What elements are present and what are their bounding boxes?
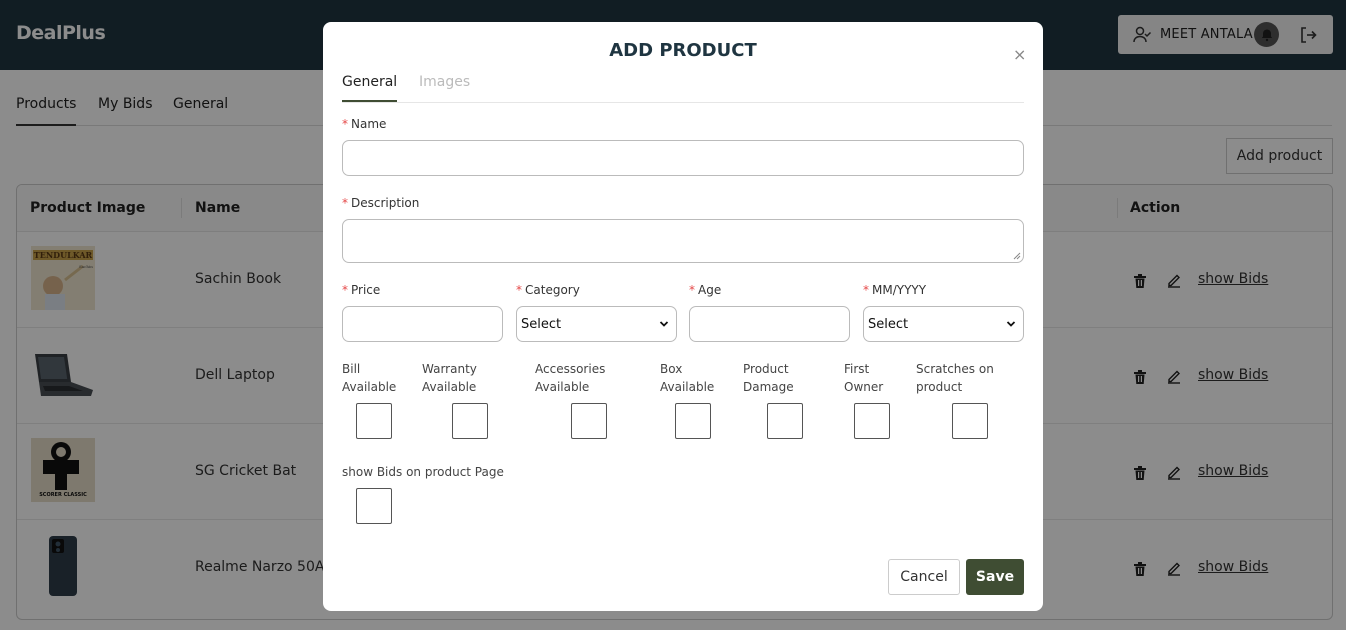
month-year-label-text: MM/YYYY <box>872 283 927 297</box>
label-line: Bill <box>342 362 361 376</box>
scratches-checkbox[interactable] <box>952 403 988 439</box>
age-label: * Age <box>689 283 721 297</box>
name-label: * Name <box>342 117 386 131</box>
description-label-text: Description <box>351 196 420 210</box>
required-mark: * <box>342 196 348 210</box>
product-damage-label: Product Damage <box>743 360 794 396</box>
first-owner-label: First Owner <box>844 360 883 396</box>
month-year-selected-value: Select <box>868 316 909 332</box>
add-product-modal: ADD PRODUCT × General Images * Name * Desc… <box>323 22 1043 611</box>
required-mark: * <box>689 283 695 297</box>
category-label-text: Category <box>525 283 580 297</box>
age-input[interactable] <box>689 306 850 342</box>
price-label-text: Price <box>351 283 381 297</box>
first-owner-checkbox[interactable] <box>854 403 890 439</box>
box-available-checkbox[interactable] <box>675 403 711 439</box>
month-year-label: * MM/YYYY <box>863 283 926 297</box>
required-mark: * <box>516 283 522 297</box>
name-label-text: Name <box>351 117 387 131</box>
label-line: Available <box>535 380 590 394</box>
modal-tabs: General Images <box>342 74 1024 103</box>
category-selected-value: Select <box>521 316 562 332</box>
category-select[interactable]: Select <box>516 306 677 342</box>
price-input[interactable] <box>342 306 503 342</box>
required-mark: * <box>342 283 348 297</box>
label-line: Scratches on <box>916 362 994 376</box>
label-line: Product <box>743 362 789 376</box>
label-line: Available <box>660 380 715 394</box>
modal-title: ADD PRODUCT <box>609 40 757 61</box>
required-mark: * <box>863 283 869 297</box>
age-label-text: Age <box>698 283 722 297</box>
accessories-available-label: Accessories Available <box>535 360 605 396</box>
cancel-button[interactable]: Cancel <box>888 559 960 595</box>
save-button[interactable]: Save <box>966 559 1024 595</box>
name-input[interactable] <box>342 140 1024 176</box>
tab-images[interactable]: Images <box>419 74 470 100</box>
label-line: product <box>916 380 963 394</box>
chevron-down-icon <box>1006 321 1016 327</box>
scratches-label: Scratches on product <box>916 360 994 396</box>
required-mark: * <box>342 117 348 131</box>
bill-available-label: Bill Available <box>342 360 396 396</box>
label-line: First <box>844 362 870 376</box>
description-label: * Description <box>342 196 419 210</box>
price-label: * Price <box>342 283 380 297</box>
label-line: Available <box>342 380 397 394</box>
bill-available-checkbox[interactable] <box>356 403 392 439</box>
product-damage-checkbox[interactable] <box>767 403 803 439</box>
warranty-available-label: Warranty Available <box>422 360 477 396</box>
box-available-label: Box Available <box>660 360 714 396</box>
accessories-available-checkbox[interactable] <box>571 403 607 439</box>
month-year-select[interactable]: Select <box>863 306 1024 342</box>
label-line: Accessories <box>535 362 606 376</box>
show-bids-on-product-page-checkbox[interactable] <box>356 488 392 524</box>
label-line: Available <box>422 380 477 394</box>
description-textarea[interactable] <box>342 219 1024 263</box>
tab-general[interactable]: General <box>342 74 398 102</box>
close-icon[interactable]: × <box>1013 45 1026 64</box>
resize-handle-icon[interactable] <box>1013 252 1021 260</box>
label-line: Damage <box>743 380 794 394</box>
chevron-down-icon <box>659 321 669 327</box>
label-line: Owner <box>844 380 884 394</box>
warranty-available-checkbox[interactable] <box>452 403 488 439</box>
label-line: Warranty <box>422 362 477 376</box>
label-line: Box <box>660 362 683 376</box>
show-bids-on-product-page-label: show Bids on product Page <box>342 465 504 479</box>
category-label: * Category <box>516 283 580 297</box>
